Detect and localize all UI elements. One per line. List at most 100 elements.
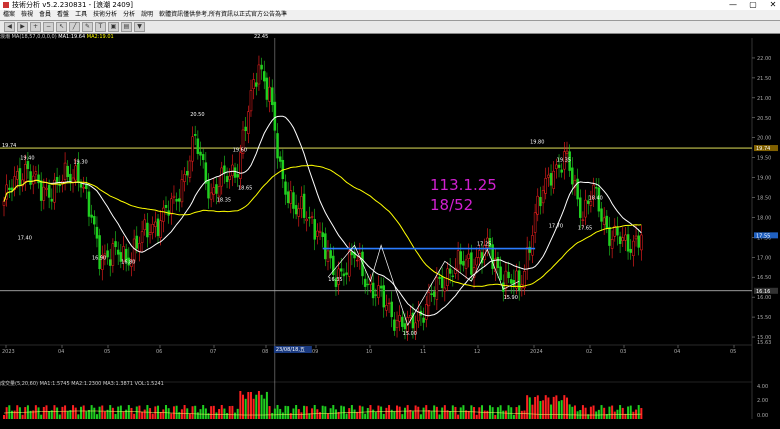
volume-bar — [627, 406, 630, 419]
candle-body — [178, 198, 181, 202]
candle-body — [193, 133, 197, 136]
volume-bar — [579, 410, 582, 419]
candle-body — [308, 217, 311, 219]
candle-body — [180, 179, 184, 203]
volume-bar — [77, 414, 80, 419]
volume-bar — [486, 410, 489, 419]
volume-bar — [324, 406, 327, 419]
candle-body — [539, 197, 542, 207]
volume-bar — [231, 405, 234, 419]
candle-body — [448, 268, 452, 274]
candle-body — [600, 208, 603, 222]
candle-body — [87, 191, 91, 217]
volume-bar — [93, 407, 96, 419]
candle-body — [138, 243, 141, 252]
candle-body — [579, 197, 582, 218]
volume-bar — [515, 407, 518, 419]
candle-body — [34, 171, 38, 175]
axis-highlight-label: 19.74 — [756, 146, 770, 152]
volume-bar — [284, 405, 287, 419]
volume-bar — [449, 411, 452, 419]
volume-bar — [287, 406, 290, 419]
candle-body — [422, 317, 425, 323]
volume-bar — [478, 407, 481, 419]
volume-bar — [220, 405, 223, 419]
volume-bar — [520, 410, 523, 419]
volume-bar — [215, 412, 218, 419]
volume-bar — [210, 406, 213, 419]
candle-body — [50, 198, 54, 202]
candle-body — [79, 183, 83, 188]
candle-body — [85, 184, 88, 189]
volume-bar — [66, 411, 69, 419]
candle-body — [262, 71, 266, 82]
candle-body — [313, 219, 316, 240]
volume-bar — [164, 405, 167, 419]
candle-body — [286, 191, 290, 204]
volume-bar — [388, 405, 391, 419]
axis-highlight-label: 16.16 — [756, 289, 770, 295]
candle-body — [233, 167, 237, 178]
y-tick-label: 17.00 — [757, 255, 771, 261]
volume-bar — [154, 406, 157, 419]
y-tick-label: 16.50 — [757, 275, 771, 281]
peak-price-label: 20.50 — [190, 112, 204, 118]
volume-bar — [21, 414, 24, 419]
volume-bar — [167, 408, 170, 419]
volume-bar — [204, 408, 207, 419]
volume-bar — [433, 405, 436, 419]
candle-body — [374, 294, 378, 296]
candle-body — [515, 270, 518, 289]
candle-body — [209, 192, 213, 200]
candle-body — [111, 243, 115, 266]
candle-body — [199, 151, 202, 156]
candle-body — [42, 186, 46, 201]
volume-bar — [435, 406, 438, 419]
y-tick-label: 22.00 — [757, 56, 771, 62]
peak-price-label: 15.00 — [403, 331, 417, 337]
crosshair-date-label: 23/08/18,五 — [276, 347, 305, 353]
candle-body — [517, 270, 521, 291]
volume-bar — [496, 407, 499, 419]
candle-body — [74, 165, 77, 181]
volume-bar — [162, 409, 165, 419]
candle-body — [584, 199, 587, 218]
volume-bar — [425, 405, 428, 419]
volume-bar — [276, 405, 279, 419]
volume-bar — [56, 407, 59, 419]
x-tick-label: 06 — [156, 349, 162, 355]
volume-bar — [61, 406, 64, 419]
candle-body — [467, 253, 470, 259]
candle-body — [148, 232, 152, 235]
candle-body — [257, 64, 261, 85]
volume-bar — [350, 405, 353, 419]
volume-bar — [443, 405, 446, 419]
price-chart[interactable]: 22.00 21.50 21.00 20.50 20.00 19.50 19.00 18.50… — [0, 0, 780, 429]
candle-body — [58, 184, 62, 187]
volume-bar — [170, 413, 173, 419]
candle-body — [533, 212, 537, 233]
volume-bar — [114, 413, 117, 419]
volume-bar — [53, 405, 56, 419]
volume-bar — [13, 410, 16, 419]
x-tick-label: 07 — [210, 349, 216, 355]
candle-body — [507, 271, 510, 279]
candle-body — [525, 247, 529, 270]
candle-body — [164, 205, 168, 208]
candle-body — [310, 216, 314, 218]
volume-bar — [48, 411, 51, 419]
candle-body — [55, 176, 59, 183]
candle-body — [212, 187, 216, 195]
x-tick-label: 04 — [58, 349, 64, 355]
volume-bar — [95, 414, 98, 419]
x-tick-label: 2024 — [530, 349, 543, 355]
candle-body — [544, 178, 547, 194]
candle-body — [379, 285, 383, 289]
volume-bar — [16, 405, 19, 419]
candle-body — [387, 302, 391, 305]
candle-body — [140, 231, 144, 243]
candle-body — [608, 226, 611, 246]
volume-bar — [422, 407, 425, 419]
candle-body — [225, 176, 229, 182]
candle-body — [215, 184, 218, 194]
